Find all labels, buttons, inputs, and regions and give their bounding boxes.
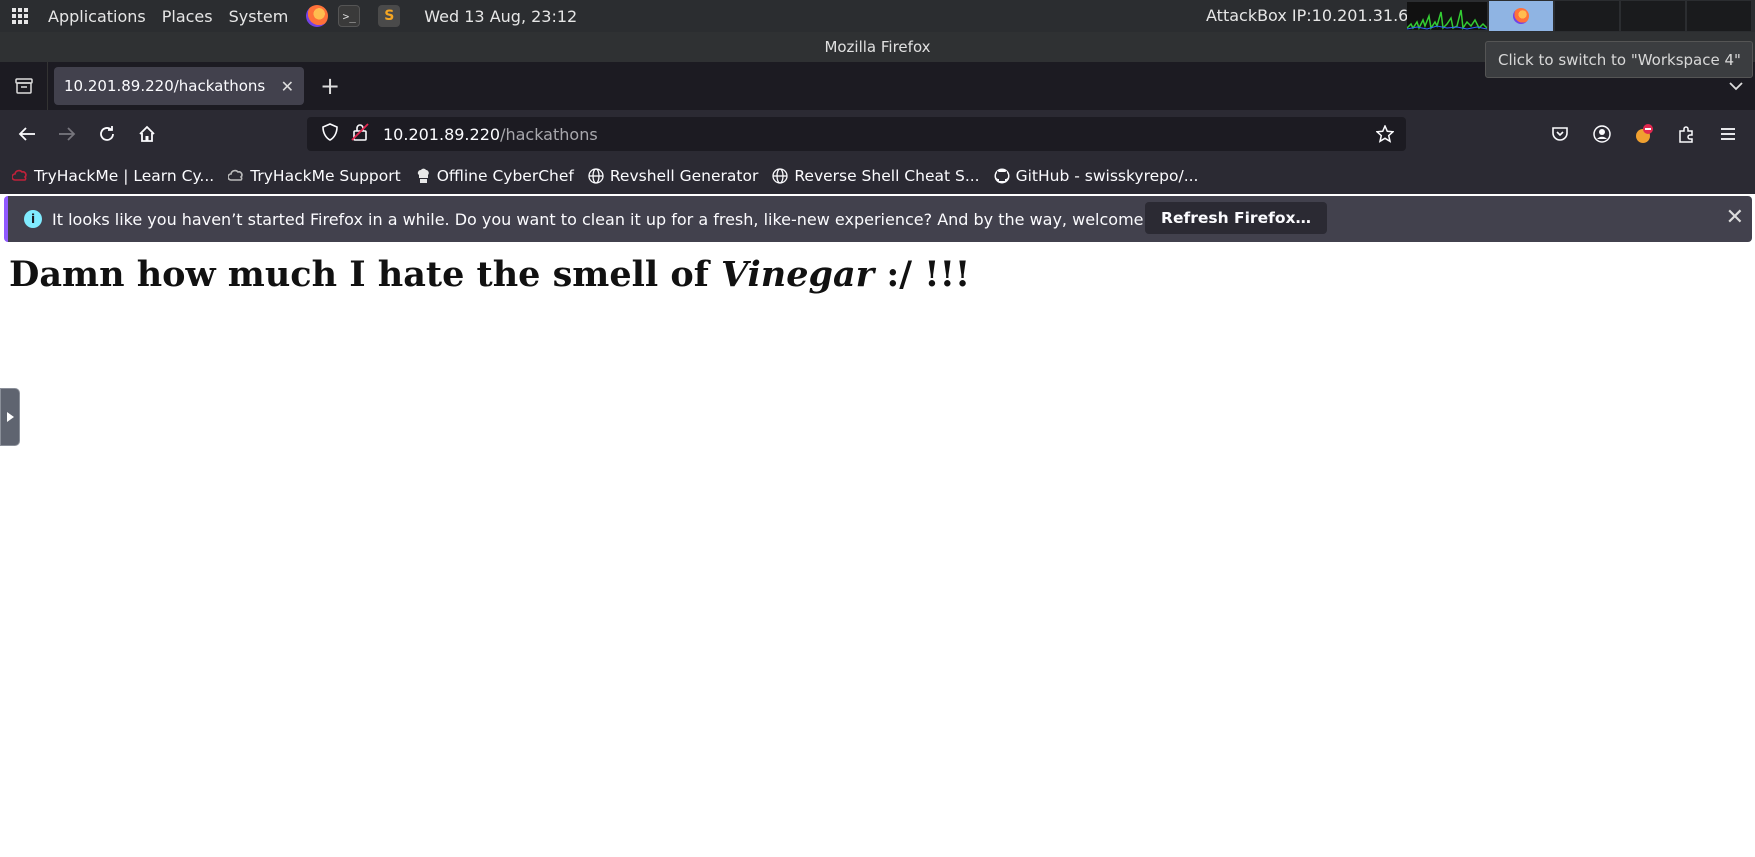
sublime-text-icon[interactable]: S <box>378 5 401 27</box>
menu-applications[interactable]: Applications <box>40 7 154 26</box>
bookmark-cyberchef[interactable]: Offline CyberChef <box>415 167 574 185</box>
refresh-firefox-button[interactable]: Refresh Firefox… <box>1145 202 1327 234</box>
bookmarks-bar: TryHackMe | Learn Cy... TryHackMe Suppor… <box>0 158 1755 194</box>
menu-system[interactable]: System <box>221 7 297 26</box>
new-tab-button[interactable]: + <box>320 72 340 100</box>
puzzle-icon <box>1679 126 1693 143</box>
workspace-2-button[interactable] <box>1555 1 1619 31</box>
bookmark-label: Offline CyberChef <box>436 167 574 185</box>
close-icon[interactable]: ✕ <box>1726 205 1744 230</box>
home-icon <box>139 125 155 142</box>
workspace-1-button[interactable] <box>1489 1 1553 31</box>
back-arrow-icon <box>18 127 35 141</box>
shield-icon[interactable] <box>321 123 341 145</box>
bookmark-github[interactable]: GitHub - swisskyrepo/... <box>994 167 1199 185</box>
pocket-icon <box>1552 127 1568 141</box>
page-content: Damn how much I hate the smell of Vinega… <box>0 244 1755 857</box>
nav-bar: 10.201.89.220/hackathons <box>0 110 1755 158</box>
workspace-tooltip: Click to switch to "Workspace 4" <box>1485 41 1753 78</box>
account-icon <box>1593 125 1611 143</box>
url-bar[interactable]: 10.201.89.220/hackathons <box>307 117 1406 151</box>
globe-icon <box>772 168 788 184</box>
info-icon: i <box>24 210 42 228</box>
bookmark-label: TryHackMe Support <box>250 167 401 185</box>
apps-grid-icon[interactable] <box>12 8 30 24</box>
bookmark-label: Reverse Shell Cheat S... <box>794 167 980 185</box>
firefox-icon[interactable] <box>306 5 329 27</box>
github-icon <box>994 168 1010 184</box>
bookmark-tryhackme[interactable]: TryHackMe | Learn Cy... <box>12 167 214 185</box>
bookmark-label: GitHub - swisskyrepo/... <box>1015 167 1199 185</box>
hamburger-icon <box>1721 128 1735 140</box>
toolbar-right <box>1539 114 1749 154</box>
close-icon[interactable]: ✕ <box>281 77 294 96</box>
globe-icon <box>588 168 604 184</box>
bookmark-star-icon[interactable] <box>1375 124 1395 147</box>
workspace-3-button[interactable] <box>1621 1 1685 31</box>
chef-icon <box>415 168 431 184</box>
play-arrow-icon <box>6 412 14 422</box>
side-panel-toggle[interactable] <box>0 388 20 446</box>
heading-suffix: :/ !!! <box>886 254 971 295</box>
network-graph <box>1407 2 1487 30</box>
tryhackme-icon <box>12 168 28 184</box>
reload-button[interactable] <box>87 114 127 154</box>
firefox-view-button[interactable] <box>0 62 48 110</box>
account-button[interactable] <box>1581 114 1623 154</box>
page-heading: Damn how much I hate the smell of Vinega… <box>9 254 970 295</box>
bookmark-revshell[interactable]: Revshell Generator <box>588 167 758 185</box>
firefox-view-icon <box>14 78 33 94</box>
heading-emphasis: Vinegar <box>720 254 875 295</box>
extension-button[interactable] <box>1623 114 1665 154</box>
notification-message: It looks like you haven’t started Firefo… <box>52 209 1194 229</box>
tab-hackathons[interactable]: 10.201.89.220/hackathons ✕ <box>54 67 304 105</box>
clock[interactable]: Wed 13 Aug, 23:12 <box>424 7 577 26</box>
tab-label: 10.201.89.220/hackathons <box>64 77 266 95</box>
extensions-button[interactable] <box>1665 114 1707 154</box>
reload-icon <box>100 126 114 141</box>
menu-places[interactable]: Places <box>154 7 221 26</box>
attackbox-ip: AttackBox IP:10.201.31.69 <box>1206 6 1419 25</box>
bookmark-label: Revshell Generator <box>609 167 759 185</box>
terminal-icon[interactable]: >_ <box>338 5 361 27</box>
menu-button[interactable] <box>1707 114 1749 154</box>
system-panel: Applications Places System >_ S Wed 13 A… <box>0 0 1755 32</box>
pocket-button[interactable] <box>1539 114 1581 154</box>
foxyproxy-icon <box>1636 124 1653 143</box>
bookmark-reverse-shell[interactable]: Reverse Shell Cheat S... <box>772 167 980 185</box>
heading-text: Damn how much I hate the smell of <box>9 254 709 295</box>
url-path: /hackathons <box>500 124 598 144</box>
forward-button[interactable] <box>47 114 87 154</box>
refresh-notification: i It looks like you haven’t started Fire… <box>4 196 1752 242</box>
bookmark-tryhackme-support[interactable]: TryHackMe Support <box>228 167 401 185</box>
home-button[interactable] <box>127 114 167 154</box>
forward-arrow-icon <box>59 127 76 141</box>
workspace-4-button[interactable] <box>1687 1 1751 31</box>
firefox-icon <box>1513 8 1529 24</box>
url-host: 10.201.89.220 <box>383 124 501 144</box>
back-button[interactable] <box>7 114 47 154</box>
insecure-lock-icon[interactable] <box>351 123 371 145</box>
bookmark-label: TryHackMe | Learn Cy... <box>34 167 215 185</box>
cloud-icon <box>228 168 244 184</box>
